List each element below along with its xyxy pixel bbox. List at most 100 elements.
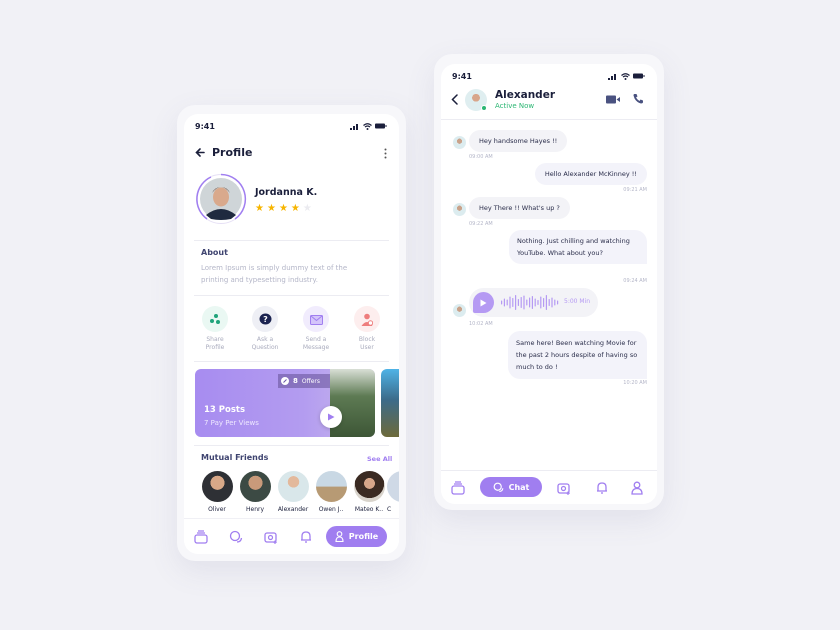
mutual-friends-title: Mutual Friends: [201, 453, 269, 462]
user-name: Jordanna K.: [255, 187, 318, 198]
chat-icon[interactable]: [229, 530, 243, 544]
share-profile-button[interactable]: Share Profile: [193, 306, 237, 352]
message-bubble-in: Hey There !! What's up ?: [469, 197, 570, 219]
chat-phone-frame: 9:41 Alexander Active Now Hey handsome H…: [434, 54, 664, 510]
waveform-bar: [520, 297, 522, 308]
waveform-bar: [506, 299, 508, 306]
battery-icon: [375, 123, 387, 129]
friend-name: Henry: [245, 506, 265, 513]
friend-item[interactable]: Owen J..: [311, 471, 351, 513]
friend-name: Alexander: [277, 506, 309, 513]
message-time: 09:21 AM: [623, 187, 647, 193]
wifi-icon: [363, 122, 372, 130]
friend-avatar: [315, 471, 347, 502]
action-label: Share: [206, 336, 224, 343]
divider: [194, 295, 389, 296]
waveform-bar: [529, 297, 531, 308]
friend-item[interactable]: Oliver: [197, 471, 237, 513]
star-icon: ★: [290, 203, 300, 214]
about-text: Lorem Ipsum is simply dummy text of the …: [201, 262, 347, 286]
friend-name: Oliver: [208, 506, 226, 513]
offers-count: 8: [293, 377, 298, 385]
video-call-icon[interactable]: [606, 95, 620, 104]
block-user-button[interactable]: Block User: [345, 306, 389, 352]
voice-play-button[interactable]: [473, 292, 494, 313]
about-line: Lorem Ipsum is simply dummy text of the: [201, 264, 348, 272]
message-bubble-out: Nothing. Just chilling and watching YouT…: [509, 230, 647, 264]
message-avatar: [453, 203, 466, 216]
divider: [194, 361, 389, 362]
nav-active-label: Profile: [348, 532, 379, 541]
waveform-bar: [517, 299, 519, 306]
ask-question-button[interactable]: ? Ask a Question: [243, 306, 287, 352]
star-empty-icon: ★: [302, 203, 312, 214]
contact-name: Alexander: [495, 89, 555, 101]
action-label: User: [360, 344, 374, 351]
action-label: Question: [251, 344, 279, 351]
status-bar: 9:41: [195, 119, 387, 133]
message-text: Same here! Been watching Movie for the p…: [516, 339, 638, 371]
signal-icon: [608, 73, 616, 80]
next-card[interactable]: [381, 369, 399, 437]
waveform-bar: [503, 298, 505, 307]
chat-icon: [493, 482, 503, 492]
nav-chat-button[interactable]: Chat: [480, 477, 542, 497]
action-label: Send a: [305, 336, 327, 343]
posts-count: 13 Posts: [204, 405, 246, 415]
block-user-icon: [361, 313, 373, 326]
about-title: About: [201, 248, 228, 257]
friend-item[interactable]: Alexander: [273, 471, 313, 513]
friend-avatar: [201, 471, 233, 502]
home-icon[interactable]: [451, 481, 465, 495]
friend-item[interactable]: C: [387, 471, 399, 513]
message-time: 10:20 AM: [623, 380, 647, 386]
friend-item[interactable]: Henry: [235, 471, 275, 513]
waveform-bar: [515, 295, 517, 310]
waveform-bar: [509, 296, 511, 309]
nav-active-label: Chat: [508, 482, 530, 492]
waveform-bar: [551, 297, 553, 308]
bell-icon[interactable]: [299, 530, 313, 544]
friend-avatar: [277, 471, 309, 502]
waveform-bar: [512, 298, 514, 307]
message-time: 09:00 AM: [469, 154, 493, 160]
action-label: Ask a: [256, 336, 274, 343]
bell-icon[interactable]: [595, 481, 609, 495]
message-avatar: [453, 136, 466, 149]
home-icon[interactable]: [194, 530, 208, 544]
card-photo: [330, 369, 375, 437]
message-bubble-out: Hello Alexander McKinney !!: [534, 163, 647, 185]
message-avatar: [453, 304, 466, 317]
more-options-icon[interactable]: [384, 148, 387, 159]
nav-profile-button[interactable]: Profile: [326, 526, 387, 547]
see-all-link[interactable]: See All: [367, 455, 392, 463]
waveform-icon: [501, 295, 559, 310]
phone-call-icon[interactable]: [633, 93, 644, 104]
posts-card[interactable]: 8 Offers 13 Posts 7 Pay Per Views: [195, 369, 375, 437]
user-icon[interactable]: [630, 481, 644, 495]
camera-add-icon[interactable]: [557, 481, 571, 495]
pay-per-views: 7 Pay Per Views: [204, 419, 259, 427]
back-arrow-icon[interactable]: [195, 148, 205, 157]
status-icons: [350, 122, 387, 130]
friend-name: C: [387, 506, 392, 513]
play-button[interactable]: [320, 406, 342, 428]
bottom-nav: Chat: [441, 470, 657, 504]
waveform-bar: [540, 296, 542, 309]
about-line: printing and typesetting industry.: [201, 276, 318, 284]
camera-add-icon[interactable]: [264, 530, 278, 544]
send-message-button[interactable]: Send a Message: [294, 306, 338, 352]
friend-item[interactable]: Mateo K..: [349, 471, 389, 513]
star-icon: ★: [255, 203, 264, 214]
svg-text:?: ?: [263, 315, 268, 324]
friend-avatar: [353, 471, 385, 502]
message-time: 09:22 AM: [469, 221, 493, 227]
message-time: 10:02 AM: [469, 321, 493, 327]
status-bar: 9:41: [452, 69, 645, 83]
back-chevron-icon[interactable]: [451, 94, 458, 105]
waveform-bar: [523, 295, 525, 310]
share-icon: [210, 314, 220, 324]
avatar: [196, 173, 247, 224]
battery-icon: [633, 73, 645, 79]
message-time: 09:24 AM: [623, 278, 647, 284]
